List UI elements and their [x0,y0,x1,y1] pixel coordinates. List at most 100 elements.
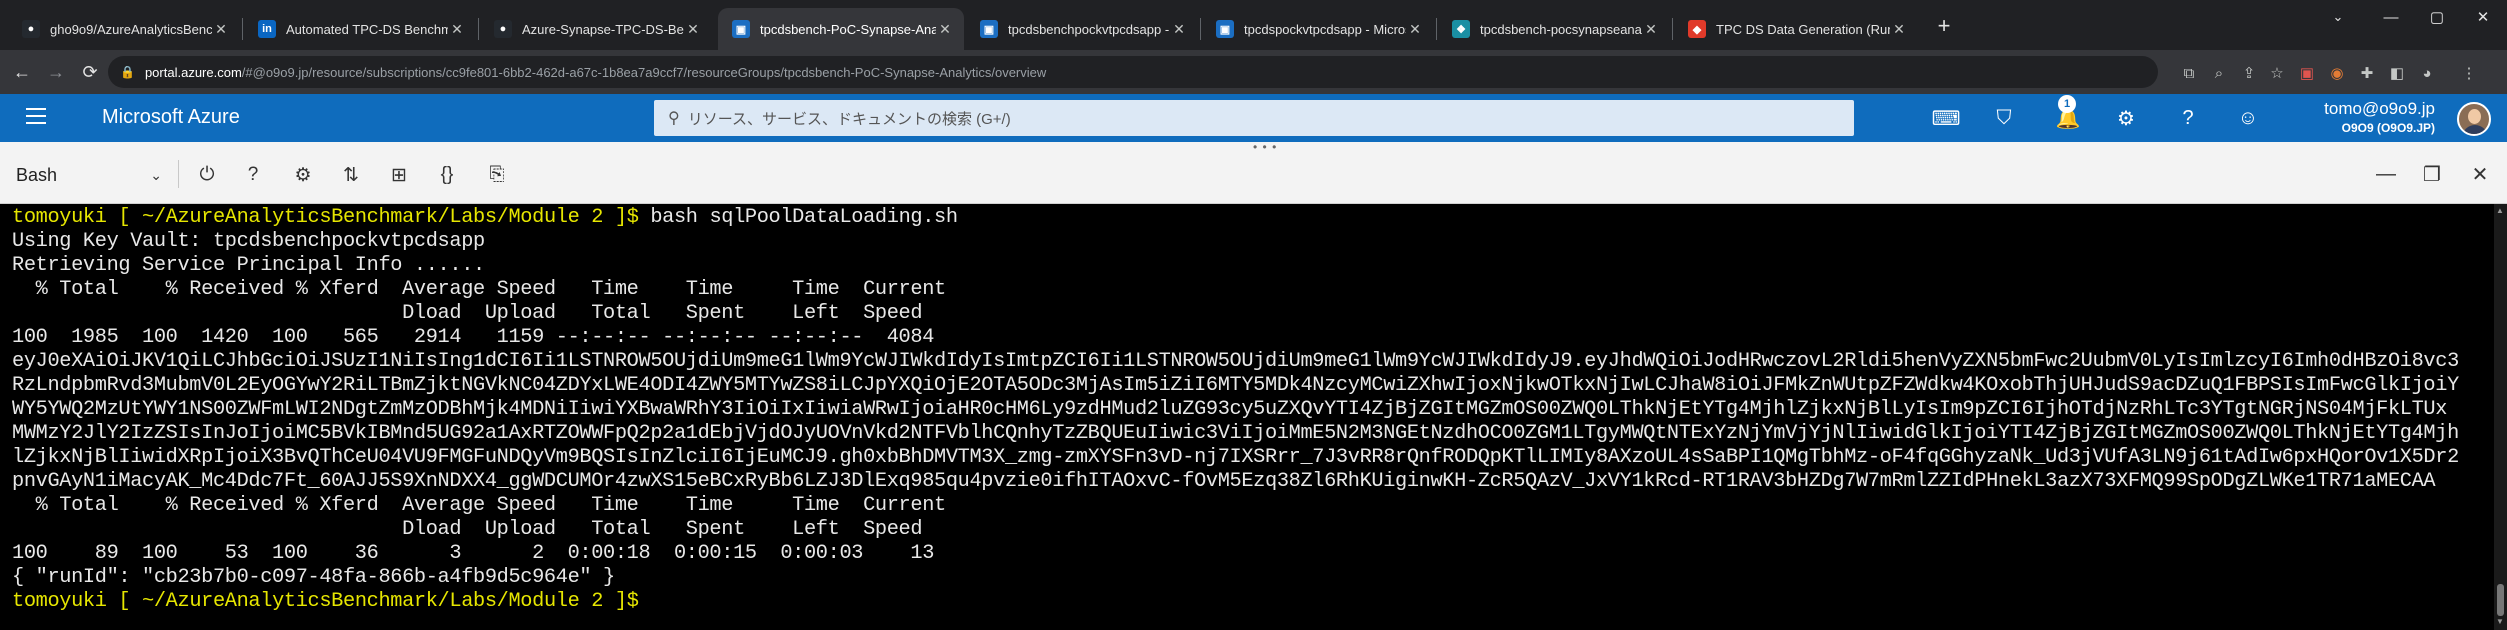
directory-filter-icon[interactable]: ⛉ [1990,104,2018,132]
browser-tab[interactable]: ● gho9o9/AzureAnalyticsBenchmark ✕ [8,8,240,50]
tab-title: gho9o9/AzureAnalyticsBenchmark [50,21,212,37]
editor-braces-icon[interactable]: {} [434,162,460,188]
search-placeholder: リソース、サービス、ドキュメントの検索 (G+/) [687,110,1011,128]
github-icon: ● [22,20,40,38]
terminal-line: Retrieving Service Principal Info ...... [12,254,485,277]
install-app-icon[interactable]: ⧉ [2178,62,2200,84]
terminal-output[interactable]: tomoyuki [ ~/AzureAnalyticsBenchmark/Lab… [0,204,2494,630]
tab-title: tpcdsbench-PoC-Synapse-Analyti [760,21,936,37]
open-new-session-icon[interactable]: ⊞ [386,162,412,188]
avatar[interactable] [2457,102,2491,136]
prompt-path: [ ~/AzureAnalyticsBenchmark/Labs/Module … [106,206,639,229]
tab-title: tpcdsbench-pocsynapseanalytics [1480,21,1642,37]
portal-brand[interactable]: Microsoft Azure [102,106,240,129]
prompt-user: tomoyuki [12,206,107,229]
prompt-user: tomoyuki [12,590,107,613]
terminal-line: Using Key Vault: tpcdsbenchpockvtpcdsapp [12,230,485,253]
terminal-line: Dload Upload Total Spent Left Speed [12,302,923,325]
cloud-shell-icon[interactable]: ⌨ [1932,104,1961,132]
browser-menu-icon[interactable]: ⋮ [2458,62,2480,84]
lock-icon[interactable]: 🔒 [120,65,135,79]
terminal-line: % Total % Received % Xferd Average Speed… [12,494,947,517]
minimize-shell-button[interactable]: — [2372,160,2400,188]
terminal-line: { "runId": "cb23b7b0-c097-48fa-866b-a4fb… [12,566,615,589]
tab-title: Automated TPC-DS Benchmark Te [286,21,448,37]
extension-icon[interactable]: ▣ [2296,62,2318,84]
url-text: portal.azure.com/#@o9o9.jp/resource/subs… [144,64,1047,80]
help-icon[interactable]: ? [240,162,266,188]
close-tab-icon[interactable]: ✕ [212,21,230,38]
feedback-icon[interactable]: ☺ [2234,104,2262,132]
user-email: tomo@o9o9.jp [2324,99,2435,118]
azure-portal-header: Microsoft Azure ⚲ リソース、サービス、ドキュメントの検索 (G… [0,94,2507,142]
back-arrow-icon[interactable]: ← [8,58,36,86]
address-bar[interactable]: 🔒 portal.azure.com/#@o9o9.jp/resource/su… [108,56,2158,88]
portal-search-input[interactable]: ⚲ リソース、サービス、ドキュメントの検索 (G+/) [654,100,1854,136]
reload-icon[interactable]: ⟳ [76,58,104,86]
close-tab-icon[interactable]: ✕ [1170,21,1188,38]
bookmark-star-icon[interactable]: ☆ [2266,62,2288,84]
terminal-line: 100 89 100 53 100 36 3 2 0:00:18 0:00:15… [12,542,935,565]
terminal-scrollbar[interactable]: ▲ ▼ [2494,204,2507,630]
close-shell-button[interactable]: ✕ [2466,160,2494,188]
web-preview-icon[interactable]: ⎘ [484,162,510,188]
shell-type-select[interactable]: Bash ⌄ [16,162,162,188]
github-icon: ● [494,20,512,38]
hamburger-menu-icon[interactable] [26,108,46,128]
resize-handle[interactable]: • • • [1253,140,1277,154]
browser-tab-strip: ● gho9o9/AzureAnalyticsBenchmark ✕ in Au… [0,0,2507,50]
browser-tab[interactable]: ▣ tpcdsbenchpockvtpcdsapp - Micr ✕ [966,8,1198,50]
help-icon[interactable]: ? [2174,104,2202,132]
tab-title: TPC DS Data Generation (Run id: [1716,21,1890,37]
browser-toolbar: ← → ⟳ 🔒 portal.azure.com/#@o9o9.jp/resou… [0,50,2507,94]
databricks-icon: ◆ [1688,20,1706,38]
tab-search-icon[interactable]: ⌄ [2315,0,2361,34]
close-window-button[interactable]: ✕ [2460,0,2506,34]
extensions-puzzle-icon[interactable]: ✚ [2356,62,2378,84]
power-restart-icon[interactable]: ⏻ [194,162,220,188]
upload-download-icon[interactable]: ⇅ [338,162,364,188]
close-tab-icon[interactable]: ✕ [448,21,466,38]
azure-app-icon: ▣ [980,20,998,38]
forward-arrow-icon[interactable]: → [42,58,70,86]
settings-gear-icon[interactable]: ⚙ [290,162,316,188]
browser-tab[interactable]: in Automated TPC-DS Benchmark Te ✕ [244,8,476,50]
extension-icon[interactable]: ◉ [2326,62,2348,84]
account-info[interactable]: tomo@o9o9.jp O9O9 (O9O9.JP) [2324,99,2435,135]
browser-tab-active[interactable]: ▣ tpcdsbench-PoC-Synapse-Analyti ✕ [718,8,964,50]
terminal-line: lZjkxNjBlIiwidXRpIjoiX3BvQThCeU04VU9FMGF… [12,446,2459,469]
user-directory: O9O9 (O9O9.JP) [2341,121,2435,135]
profile-icon[interactable]: ◕ [2416,62,2438,84]
zoom-icon[interactable]: ⌕ [2208,62,2230,84]
tab-title: Azure-Synapse-TPC-DS-Benchma [522,21,684,37]
terminal-line: Dload Upload Total Spent Left Speed [12,518,923,541]
linkedin-icon: in [258,20,276,38]
side-panel-icon[interactable]: ◧ [2386,62,2408,84]
browser-tab[interactable]: ◆ TPC DS Data Generation (Run id: ✕ [1674,8,1918,50]
browser-tab[interactable]: ❖ tpcdsbench-pocsynapseanalytics ✕ [1438,8,1670,50]
close-tab-icon[interactable]: ✕ [684,21,702,38]
share-icon[interactable]: ⇪ [2238,62,2260,84]
settings-gear-icon[interactable]: ⚙ [2112,104,2140,132]
terminal-prompt-line: tomoyuki [ ~/AzureAnalyticsBenchmark/Lab… [12,206,2494,230]
browser-tab[interactable]: ● Azure-Synapse-TPC-DS-Benchma ✕ [480,8,712,50]
maximize-shell-button[interactable]: ❐ [2418,160,2446,188]
tab-title: tpcdspockvtpcdsapp - Microsoft [1244,21,1406,37]
new-tab-button[interactable]: + [1930,12,1958,40]
close-tab-icon[interactable]: ✕ [1406,21,1424,38]
prompt-command: bash sqlPoolDataLoading.sh [638,206,958,229]
close-tab-icon[interactable]: ✕ [936,21,954,38]
azure-resource-group-icon: ▣ [732,20,750,38]
terminal-line: pnvGAyN1iMacyAK_Mc4Ddc7Ft_60AJJ5S9XnNDXX… [12,470,2436,493]
browser-tab[interactable]: ▣ tpcdspockvtpcdsapp - Microsoft ✕ [1202,8,1434,50]
terminal-line: eyJ0eXAiOiJKV1QiLCJhbGciOiJSUzI1NiIsIng1… [12,350,2459,373]
terminal-line: 100 1985 100 1420 100 565 2914 1159 --:-… [12,326,935,349]
azure-keyvault-icon: ▣ [1216,20,1234,38]
maximize-window-button[interactable]: ▢ [2414,0,2460,34]
scrollbar-thumb[interactable] [2497,584,2504,616]
close-tab-icon[interactable]: ✕ [1642,21,1660,38]
tab-title: tpcdsbenchpockvtpcdsapp - Micr [1008,21,1170,37]
terminal-line: WY5YWQ2MzUtYWY1NS00ZWFmLWI2NDgtZmMzODBhM… [12,398,2448,421]
close-tab-icon[interactable]: ✕ [1890,21,1908,38]
minimize-window-button[interactable]: — [2368,0,2414,34]
